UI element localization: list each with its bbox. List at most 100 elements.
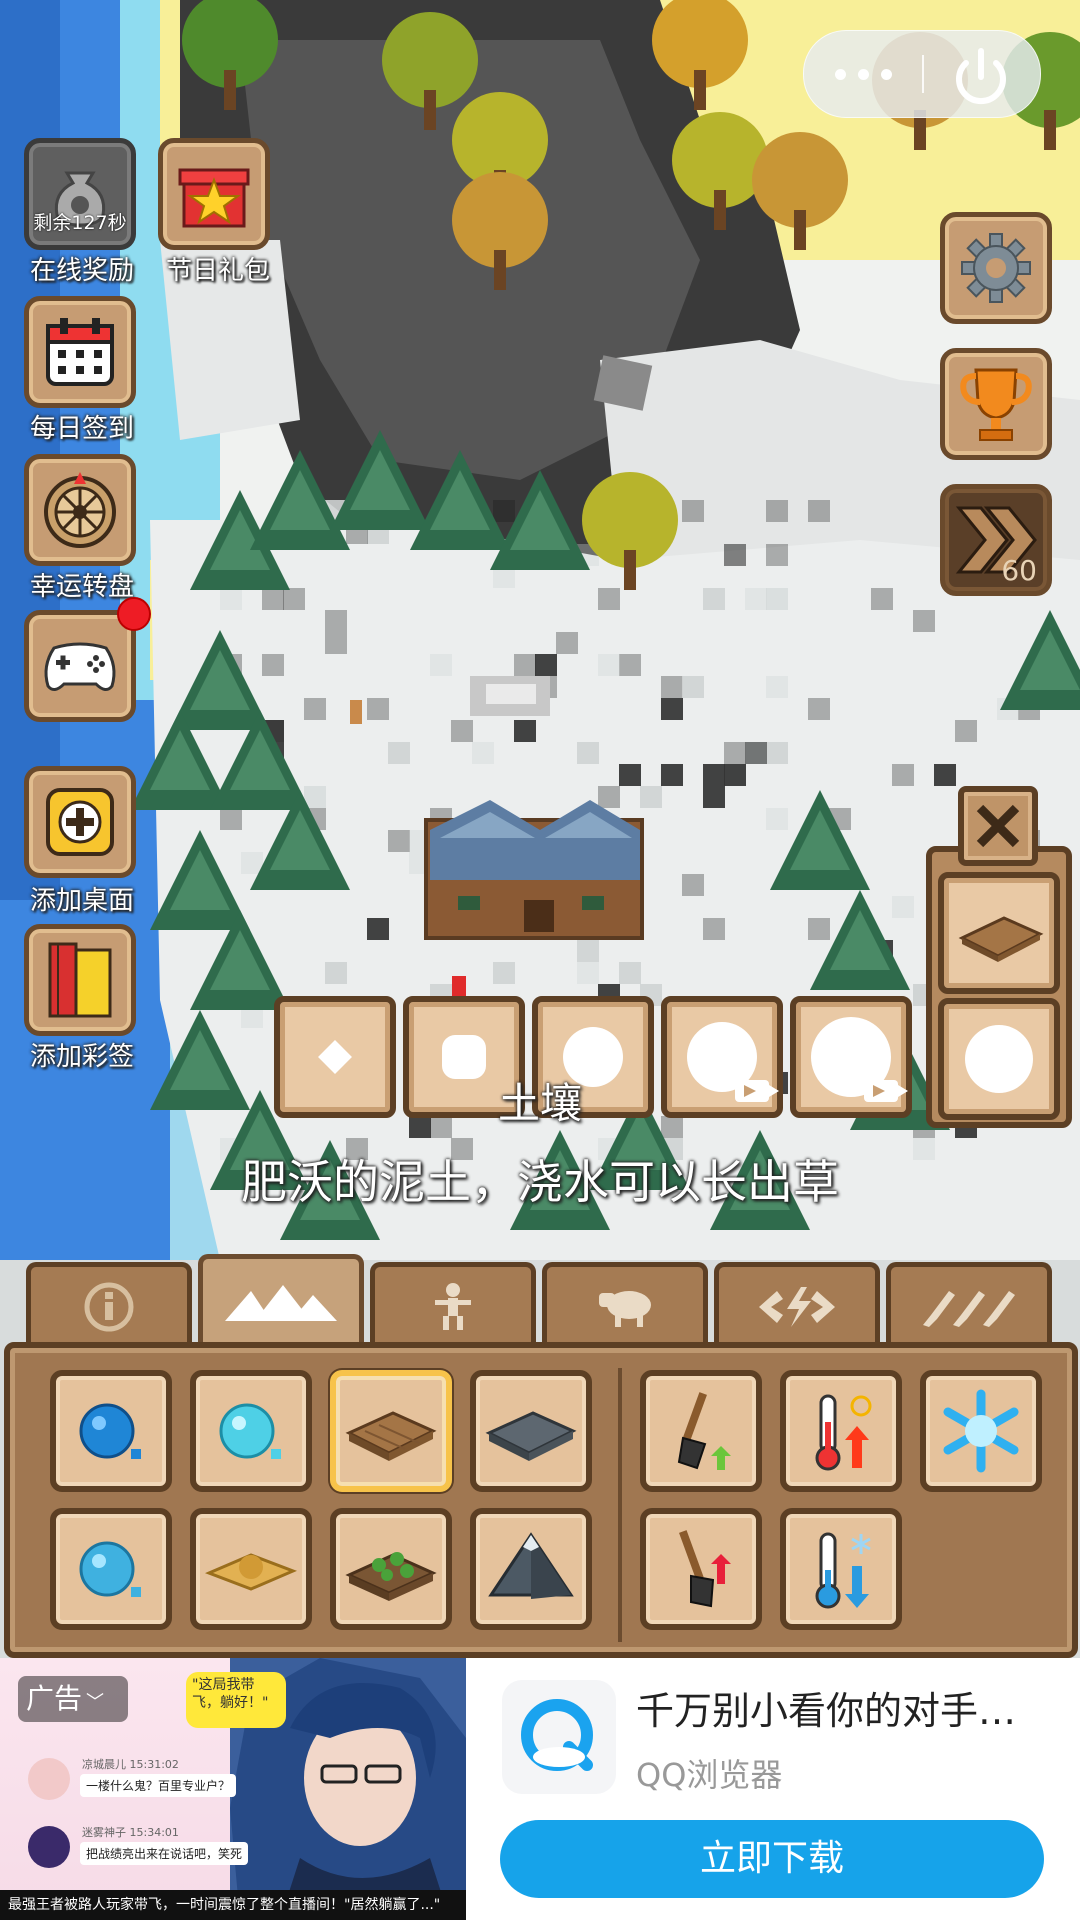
speed-value: 60 [1001,554,1037,587]
close-program-button[interactable] [922,31,1040,117]
rock-tile-icon [485,1411,577,1461]
power-icon [956,48,1006,105]
tool-freeze[interactable] [920,1370,1042,1492]
games-notification-badge [117,597,151,631]
shovel-lower-icon [679,1530,731,1608]
add-desktop-label: 添加桌面 [29,886,134,916]
ad-speech-bubble: "这局我带飞，躺好！" [186,1672,286,1728]
calendar-icon [46,318,114,386]
selected-tool-description: 肥沃的泥土，浇水可以长出草 [241,1155,839,1209]
more-dots-icon [834,68,846,80]
lake-water-icon [79,1541,141,1597]
tool-rock[interactable] [470,1370,592,1492]
tool-raise-terrain[interactable] [640,1370,762,1492]
tab-animals[interactable] [542,1262,708,1346]
plus-icon [46,788,114,856]
close-panel-button[interactable] [958,786,1038,866]
tab-terrain[interactable] [198,1254,364,1346]
settings-button[interactable] [940,212,1052,324]
tool-deep-water[interactable] [50,1370,172,1492]
quick-brush-size[interactable] [938,998,1060,1120]
add-desktop-button[interactable] [24,766,136,878]
online-reward-label: 在线奖励 [29,256,134,286]
mountain-tile-icon [488,1532,574,1599]
tool-shallow-water[interactable] [190,1370,312,1492]
ad-label-text: 广告 [26,1682,83,1715]
gamepad-icon [44,642,116,691]
quick-tool-soil[interactable] [938,872,1060,994]
cool-down-icon [815,1532,871,1609]
lucky-wheel-button[interactable] [24,454,136,566]
ad-app-icon[interactable] [502,1680,616,1794]
ad-image[interactable]: 广告 ﹀ "这局我带飞，躺好！" 凉城晨儿 15:31:02 一楼什么鬼？百里专业… [0,1658,466,1920]
shallow-water-icon [219,1403,281,1459]
daily-checkin-label: 每日签到 [29,414,134,444]
tool-mountain[interactable] [470,1508,592,1630]
daily-checkin-button[interactable] [24,296,136,408]
add-tag-button[interactable] [24,924,136,1036]
ad-app-name: QQ浏览器 [636,1756,783,1794]
tab-info[interactable] [26,1262,192,1346]
tool-grass[interactable] [330,1508,452,1630]
trophy-icon [960,368,1032,441]
selected-tool-title: 土壤 [497,1079,582,1128]
info-icon [84,1282,134,1331]
speed-button[interactable]: 60 [940,484,1052,596]
more-dot [880,68,892,80]
more-button[interactable] [804,31,922,117]
ad-label[interactable]: 广告 ﹀ [18,1676,128,1722]
tab-disasters[interactable] [714,1262,880,1346]
games-button[interactable] [24,610,136,722]
ad-banner[interactable]: 广告 ﹀ "这局我带飞，躺好！" 凉城晨儿 15:31:02 一楼什么鬼？百里专业… [0,1658,1080,1920]
deep-water-icon [79,1403,141,1459]
tool-sand[interactable] [190,1508,312,1630]
grass-tile-icon [345,1552,437,1601]
ad-title: 千万别小看你的对手… [636,1689,1017,1733]
brush-dot-icon [318,1040,352,1074]
soil-tile-icon [345,1411,437,1461]
soil-tile-icon [958,916,1044,962]
holiday-gift-button[interactable] [158,138,270,250]
sheep-icon [599,1290,651,1327]
online-reward-timer: 剩余127秒 [33,212,127,234]
chat-message: 把战绩亮出来在说话吧，笑死 [80,1842,249,1865]
tray-divider [618,1368,622,1642]
tab-tools[interactable] [886,1262,1052,1346]
gear-icon [961,233,1031,303]
avatar [28,1826,70,1868]
online-reward-button[interactable]: 剩余127秒 [24,138,136,250]
close-icon [976,804,1020,848]
shovel-raise-icon [677,1392,731,1470]
lightning-icon [759,1286,835,1327]
add-tag-label: 添加彩签 [29,1042,134,1072]
ad-download-button[interactable]: 立即下载 [500,1820,1044,1898]
holiday-gift-label: 节日礼包 [165,256,270,286]
bookmark-icon [48,942,112,1018]
qq-browser-icon [521,1699,593,1771]
tool-cool[interactable] [780,1508,902,1630]
sand-tile-icon [205,1553,297,1591]
tool-soil[interactable] [330,1370,452,1492]
more-dot [857,68,869,80]
mountains-icon [225,1284,337,1321]
gift-box-icon [178,168,250,228]
freeze-icon [943,1389,1019,1473]
tab-people[interactable] [370,1262,536,1346]
mini-program-capsule [803,30,1041,118]
ad-caption: 最强王者被路人玩家带飞，一时间震惊了整个直播间！"居然躺赢了..." [0,1890,466,1920]
chevron-down-icon: ﹀ [86,1692,105,1713]
avatar [28,1758,70,1800]
tool-heat[interactable] [780,1370,902,1492]
house-sprite [424,800,644,940]
chat-name: 凉城晨儿 15:31:02 [82,1758,179,1771]
heat-up-icon [815,1394,872,1471]
wheel-icon [44,472,116,548]
brushes-icon [923,1290,1015,1327]
achievements-button[interactable] [940,348,1052,460]
chat-name: 迷雾神子 15:34:01 [82,1826,179,1839]
brush-dot-icon [965,1025,1033,1093]
chat-message: 一楼什么鬼？百里专业户？ [80,1774,237,1797]
person-icon [435,1282,471,1330]
tool-lake-water[interactable] [50,1508,172,1630]
tool-lower-terrain[interactable] [640,1508,762,1630]
